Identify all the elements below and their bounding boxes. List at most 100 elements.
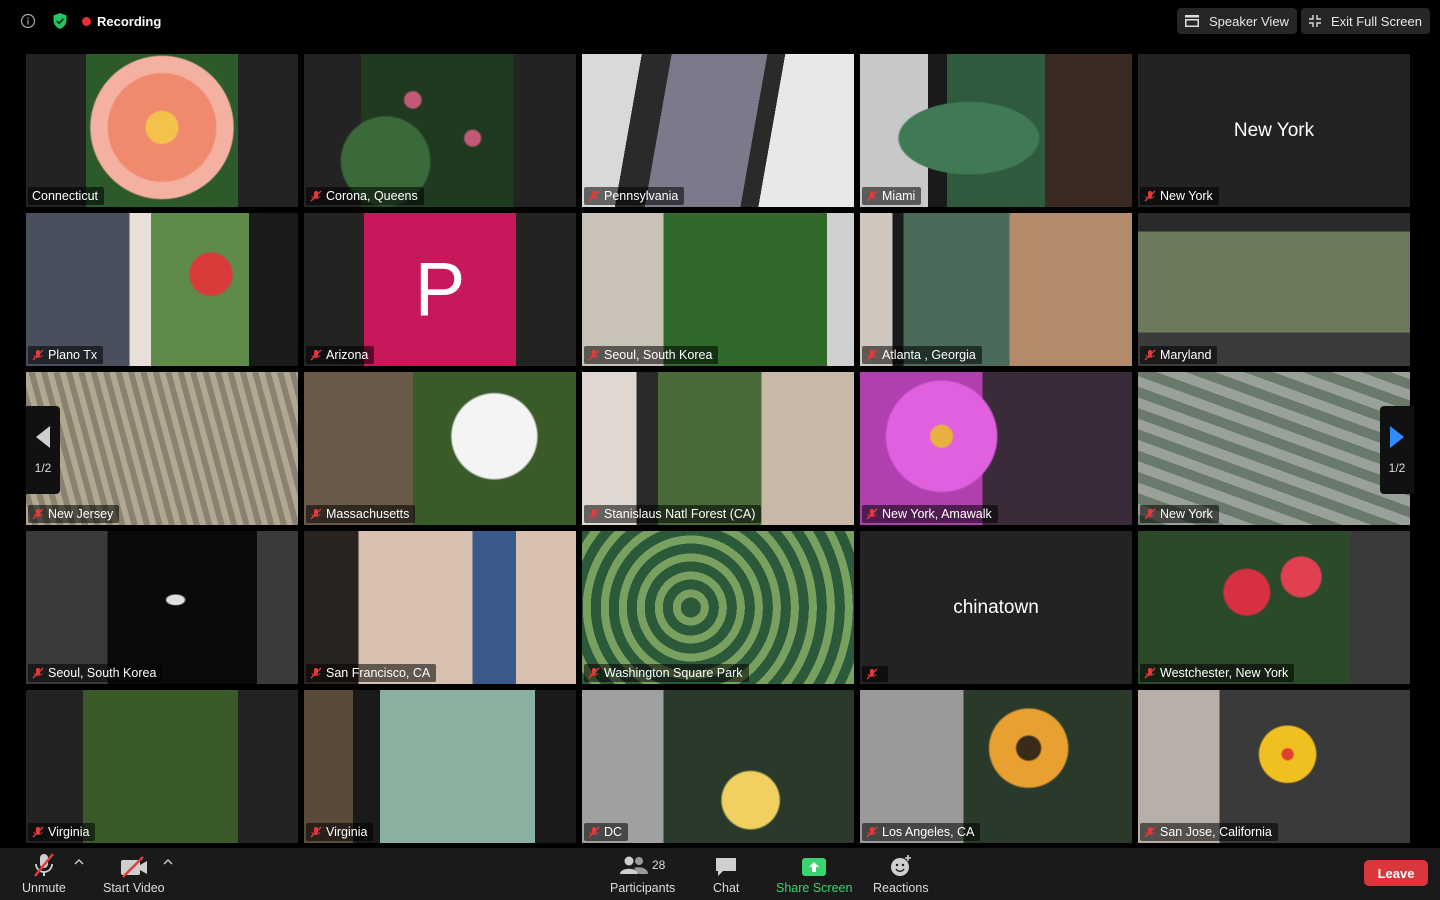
muted-mic-icon: [310, 508, 322, 520]
grid-view-icon: [1184, 15, 1199, 27]
video-tile[interactable]: New York, Amawalk: [860, 372, 1132, 525]
avatar-initial: P: [414, 247, 466, 332]
exit-fullscreen-button[interactable]: Exit Full Screen: [1300, 8, 1430, 34]
muted-mic-icon: [866, 826, 878, 838]
audio-options-caret-icon[interactable]: [74, 858, 84, 868]
leave-button[interactable]: Leave: [1364, 860, 1428, 886]
video-tile[interactable]: San Francisco, CA: [304, 531, 576, 684]
start-video-label: Start Video: [103, 881, 165, 895]
video-feed: [860, 372, 1132, 525]
video-tile[interactable]: Virginia: [304, 690, 576, 843]
start-video-button[interactable]: Start Video: [103, 852, 165, 895]
participant-name-label: Virginia: [28, 823, 96, 841]
muted-mic-icon: [32, 667, 44, 679]
share-screen-icon: [801, 852, 827, 878]
participant-name-label: DC: [584, 823, 629, 841]
recording-label: Recording: [97, 13, 162, 29]
muted-mic-icon: [588, 826, 600, 838]
video-options-caret-icon[interactable]: [163, 858, 173, 868]
participant-name: New York, Amawalk: [882, 507, 992, 521]
video-tile[interactable]: Connecticut: [26, 54, 298, 207]
participants-label: Participants: [610, 881, 676, 895]
participant-name-label: New Jersey: [28, 505, 120, 523]
share-screen-button[interactable]: Share Screen: [776, 852, 852, 895]
speaker-view-button[interactable]: Speaker View: [1176, 8, 1297, 34]
video-grid: Connecticut Corona, Queens Pennsylvania Mia…: [26, 54, 1412, 844]
video-feed: [26, 690, 298, 843]
video-tile[interactable]: New Jersey: [26, 372, 298, 525]
video-feed: [304, 54, 576, 207]
next-page-label: 1/2: [1388, 461, 1406, 475]
muted-mic-icon: [588, 349, 600, 361]
video-feed: [304, 690, 576, 843]
video-tile[interactable]: Seoul, South Korea: [26, 531, 298, 684]
participant-name: San Jose, California: [1160, 825, 1272, 839]
video-tile[interactable]: DC: [582, 690, 854, 843]
video-off-icon: [119, 852, 149, 878]
video-tile[interactable]: Corona, Queens: [304, 54, 576, 207]
video-tile[interactable]: Westchester, New York: [1138, 531, 1410, 684]
muted-mic-icon: [588, 190, 600, 202]
video-tile[interactable]: Atlanta , Georgia: [860, 213, 1132, 366]
participant-name: Corona, Queens: [326, 189, 418, 203]
video-feed: [1138, 213, 1410, 366]
muted-mic-icon: [1144, 349, 1156, 361]
video-tile[interactable]: Pennsylvania: [582, 54, 854, 207]
muted-mic-icon: [1144, 667, 1156, 679]
chat-bubble-icon: [714, 852, 738, 878]
video-feed: [26, 531, 298, 684]
participants-count: 28: [651, 858, 666, 872]
muted-mic-icon: [866, 668, 878, 680]
participant-name: Atlanta , Georgia: [882, 348, 976, 362]
video-tile[interactable]: San Jose, California: [1138, 690, 1410, 843]
arrow-right-icon: [1390, 426, 1404, 448]
muted-mic-icon: [866, 190, 878, 202]
participants-icon: [619, 856, 648, 874]
participant-name: Maryland: [1160, 348, 1212, 362]
unmute-button[interactable]: Unmute: [22, 852, 66, 895]
reactions-smiley-icon: [889, 852, 913, 878]
video-tile[interactable]: Miami: [860, 54, 1132, 207]
participant-name-label: Los Angeles, CA: [862, 823, 981, 841]
participants-button[interactable]: 28 Participants: [610, 852, 675, 895]
participant-name: Seoul, South Korea: [48, 666, 157, 680]
unmute-label: Unmute: [22, 881, 66, 895]
reactions-label: Reactions: [873, 881, 929, 895]
recording-dot-icon: [82, 16, 91, 26]
video-tile[interactable]: Washington Square Park: [582, 531, 854, 684]
prev-page-button[interactable]: 1/2: [26, 406, 60, 494]
video-tile[interactable]: Massachusetts: [304, 372, 576, 525]
video-tile[interactable]: Los Angeles, CA: [860, 690, 1132, 843]
meeting-controls-bar: Unmute Start Video 28 Participants Chat …: [0, 848, 1440, 900]
participant-name: San Francisco, CA: [326, 666, 431, 680]
info-icon[interactable]: [18, 11, 38, 31]
video-feed: [304, 372, 576, 525]
video-tile[interactable]: Plano Tx: [26, 213, 298, 366]
participant-name-label: Massachusetts: [306, 505, 416, 523]
participant-name: New York: [1160, 189, 1213, 203]
chat-button[interactable]: Chat: [713, 852, 739, 895]
video-tile[interactable]: Maryland: [1138, 213, 1410, 366]
video-feed: [26, 213, 298, 366]
reactions-button[interactable]: Reactions: [873, 852, 929, 895]
muted-mic-icon: [310, 826, 322, 838]
muted-mic-icon: [32, 852, 56, 878]
participant-name-label: Arizona: [306, 346, 375, 364]
security-shield-icon[interactable]: [50, 11, 70, 31]
video-tile[interactable]: New York New York: [1138, 54, 1410, 207]
muted-mic-icon: [1144, 826, 1156, 838]
video-tile[interactable]: chinatown: [860, 531, 1132, 684]
next-page-button[interactable]: 1/2: [1380, 406, 1414, 494]
muted-mic-icon: [32, 349, 44, 361]
recording-indicator[interactable]: Recording: [82, 14, 161, 29]
participant-name: Plano Tx: [48, 348, 98, 362]
participant-name-label: New York: [1140, 187, 1219, 205]
video-tile[interactable]: New York: [1138, 372, 1410, 525]
muted-mic-icon: [1144, 508, 1156, 520]
video-tile[interactable]: Seoul, South Korea: [582, 213, 854, 366]
participant-name-label: Corona, Queens: [306, 187, 424, 205]
video-tile[interactable]: P Arizona: [304, 213, 576, 366]
video-feed: [860, 690, 1132, 843]
video-tile[interactable]: Stanislaus Natl Forest (CA): [582, 372, 854, 525]
video-tile[interactable]: Virginia: [26, 690, 298, 843]
